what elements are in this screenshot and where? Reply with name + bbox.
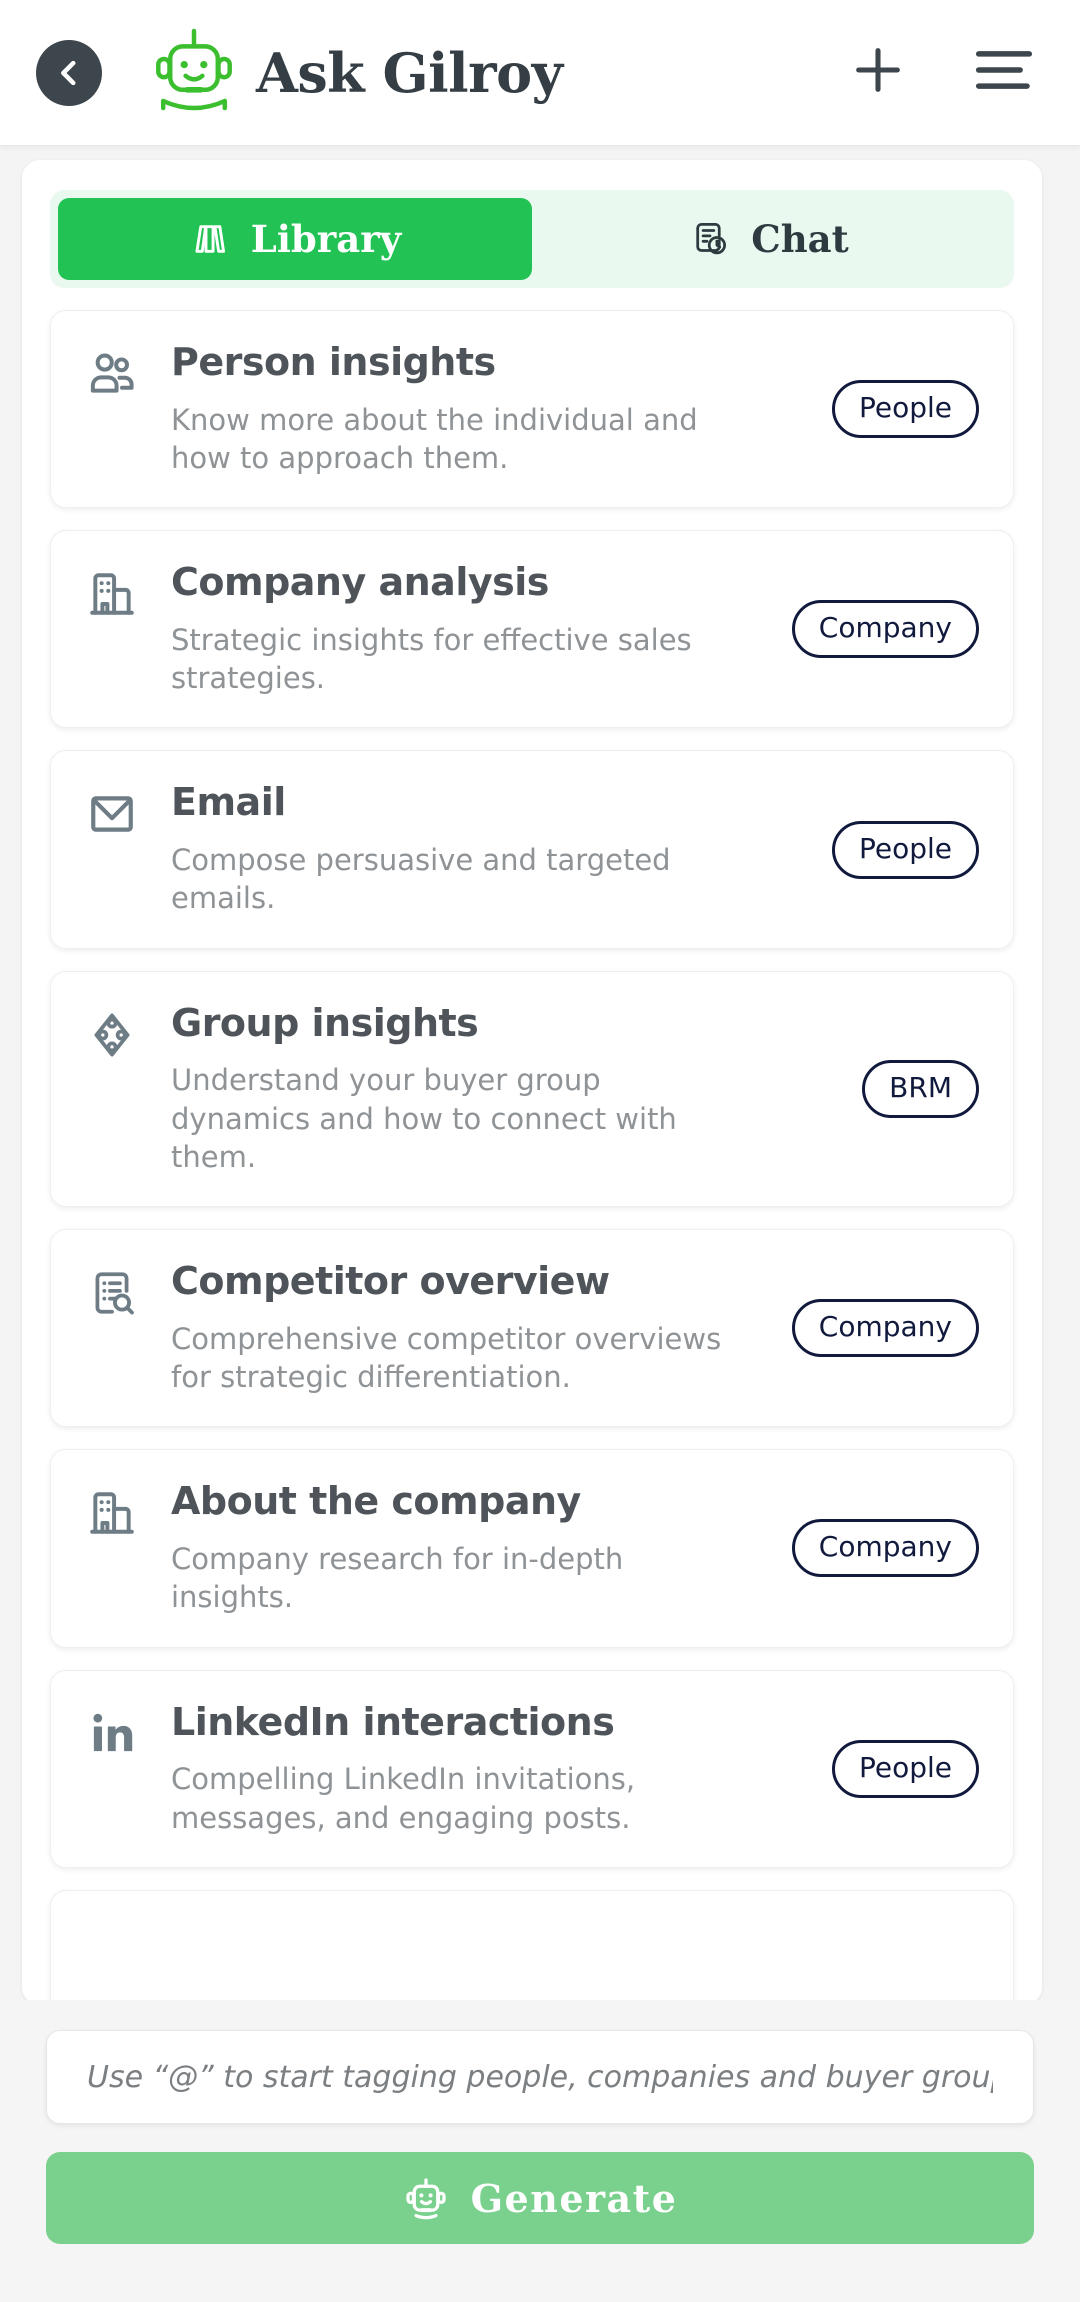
vertical-scrollbar[interactable]	[1066, 160, 1074, 2005]
generate-button-label: Generate	[470, 2175, 678, 2221]
tab-library[interactable]: Library	[58, 198, 532, 280]
card-text-block: Group insights Understand your buyer gro…	[171, 1000, 809, 1176]
chat-history-icon	[689, 218, 731, 260]
network-diamond-icon	[85, 1008, 139, 1062]
people-icon	[85, 347, 139, 401]
badge-container: BRM	[809, 1059, 979, 1118]
prompt-input-container[interactable]	[46, 2030, 1034, 2124]
tab-bar: Library Chat	[50, 190, 1014, 288]
badge-container: People	[809, 380, 979, 439]
badge-container: Company	[791, 1519, 979, 1578]
tab-library-label: Library	[250, 217, 402, 261]
card-text-block: Competitor overview Comprehensive compet…	[171, 1259, 792, 1396]
card-badge[interactable]: BRM	[862, 1059, 979, 1118]
envelope-icon	[85, 787, 139, 841]
badge-container: People	[809, 820, 979, 879]
card-company-analysis[interactable]: Company analysis Strategic insights for …	[50, 530, 1014, 729]
tab-chat[interactable]: Chat	[532, 198, 1006, 280]
card-title: Email	[171, 780, 286, 825]
chevron-left-icon	[52, 56, 86, 90]
menu-button[interactable]	[972, 47, 1036, 99]
linkedin-icon	[85, 1707, 139, 1761]
card-email[interactable]: Email Compose persuasive and targeted em…	[50, 750, 1014, 949]
card-text-block: Company analysis Strategic insights for …	[171, 561, 792, 697]
card-linkedin-interactions[interactable]: LinkedIn interactions Compelling LinkedI…	[50, 1669, 1014, 1868]
card-description: Comprehensive competitor overviews for s…	[171, 1321, 722, 1395]
card-title: Competitor overview	[171, 1259, 610, 1304]
generate-button[interactable]: Generate	[46, 2152, 1034, 2244]
card-description: Company research for in-depth insights.	[171, 1542, 624, 1615]
card-title: Company analysis	[171, 560, 549, 605]
document-search-icon	[85, 1266, 139, 1320]
card-text-block: Person insights Know more about the indi…	[171, 340, 809, 477]
card-description: Strategic insights for effective sales s…	[171, 622, 692, 696]
card-title: LinkedIn interactions	[171, 1699, 615, 1744]
card-description: Compose persuasive and targeted emails.	[171, 843, 671, 916]
card-badge[interactable]: People	[831, 380, 979, 439]
card-description: Compelling LinkedIn invitations, message…	[171, 1762, 636, 1835]
page-title: Ask Gilroy	[256, 40, 563, 105]
card-badge[interactable]: People	[831, 1739, 979, 1798]
card-badge[interactable]: Company	[791, 600, 979, 659]
books-icon	[189, 218, 231, 260]
card-title: Group insights	[171, 1000, 479, 1045]
card-text-block: LinkedIn interactions Compelling LinkedI…	[171, 1699, 809, 1837]
card-title: Person insights	[171, 340, 496, 384]
card-description: Understand your buyer group dynamics and…	[171, 1063, 677, 1174]
app-header: Ask Gilroy	[0, 0, 1080, 146]
robot-logo-icon	[150, 27, 238, 119]
card-person-insights[interactable]: Person insights Know more about the indi…	[50, 310, 1014, 509]
card-about-the-company[interactable]: About the company Company research for i…	[50, 1449, 1014, 1648]
badge-container: Company	[791, 1299, 979, 1358]
back-button[interactable]	[36, 39, 102, 106]
card-text-block: About the company Company research for i…	[171, 1480, 792, 1616]
card-competitor-overview[interactable]: Competitor overview Comprehensive compet…	[50, 1229, 1014, 1428]
building-icon	[85, 567, 139, 621]
badge-container: People	[809, 1739, 979, 1798]
plus-icon	[849, 41, 907, 104]
content-panel: Library Chat Person insights Know more a…	[22, 160, 1042, 2005]
card-description: Know more about the individual and how t…	[171, 402, 698, 475]
composer-bar: Generate	[0, 2000, 1080, 2302]
card-badge[interactable]: Company	[791, 1519, 979, 1578]
badge-container: Company	[791, 600, 979, 659]
library-card-list: Person insights Know more about the indi…	[50, 310, 1014, 2005]
card-partial-next[interactable]	[50, 1889, 1014, 2005]
card-group-insights[interactable]: Group insights Understand your buyer gro…	[50, 970, 1014, 1208]
card-badge[interactable]: People	[831, 820, 979, 879]
add-button[interactable]	[846, 41, 910, 105]
robot-icon	[403, 2175, 449, 2221]
tab-chat-label: Chat	[751, 217, 849, 261]
card-badge[interactable]: Company	[791, 1299, 979, 1358]
hamburger-menu-icon	[974, 47, 1034, 98]
building-icon	[85, 1486, 139, 1540]
card-title: About the company	[171, 1479, 581, 1524]
card-text-block: Email Compose persuasive and targeted em…	[171, 781, 809, 917]
prompt-input[interactable]	[87, 2059, 993, 2095]
